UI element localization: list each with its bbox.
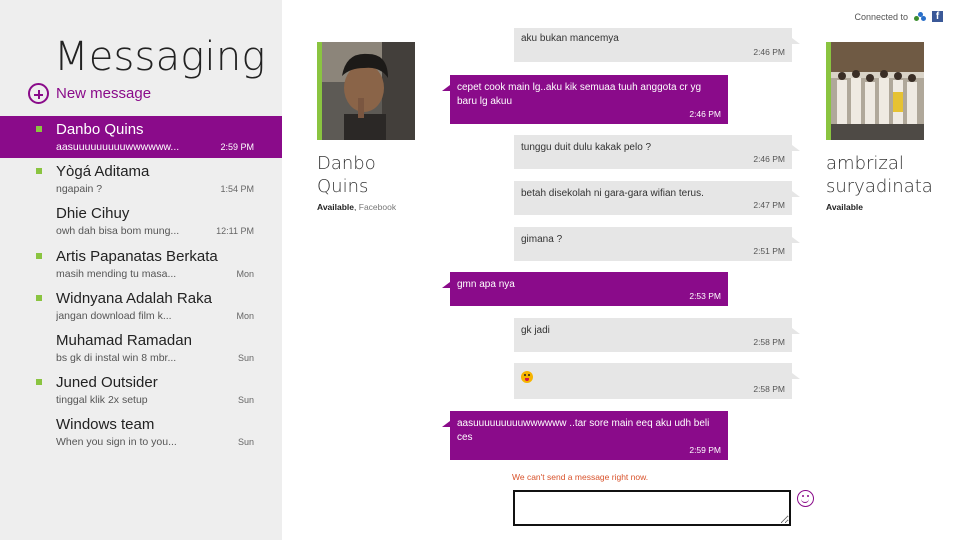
connection-status: Connected to f <box>854 11 943 22</box>
message-time: 2:58 PM <box>753 384 785 394</box>
conversation-time: Sun <box>237 352 254 363</box>
contact-photo[interactable] <box>317 42 415 140</box>
smiley-icon[interactable] <box>797 490 814 507</box>
contact-name: ambrizal suryadinata <box>826 153 933 197</box>
conversation-preview: tinggal klik 2x setup <box>56 394 148 407</box>
message-thread[interactable]: aku bukan mancemya 2:46 PM cepet cook ma… <box>440 0 810 470</box>
contact-name: Danbo Quins <box>317 153 376 197</box>
message-bubble-outgoing: gmn apa nya 2:53 PM <box>442 272 728 306</box>
message-text: cepet cook main lg..aku kik semuaa tuuh … <box>457 82 702 107</box>
message-time: 2:53 PM <box>689 291 721 301</box>
new-message-button[interactable]: New message <box>28 83 151 104</box>
conversation-item[interactable]: Dhie Cihuy owh dah bisa bom mung... 12:1… <box>0 200 282 242</box>
conversation-time: Mon <box>236 310 254 321</box>
conversation-time: 2:59 PM <box>220 142 254 152</box>
message-time: 2:51 PM <box>753 246 785 256</box>
message-bubble-incoming: aku bukan mancemya 2:46 PM <box>514 28 800 62</box>
messenger-icon[interactable] <box>914 11 926 22</box>
conversation-item[interactable]: Muhamad Ramadan bs gk di instal win 8 mb… <box>0 327 282 369</box>
message-bubble-outgoing: aasuuuuuuuuuwwwwww ..tar sore main eeq a… <box>442 411 728 460</box>
conversation-item[interactable]: Artis Papanatas Berkata masih mending tu… <box>0 243 282 285</box>
message-bubble-incoming: gimana ? 2:51 PM <box>514 227 800 261</box>
contact-photo-image <box>322 42 415 140</box>
message-text: aku bukan mancemya <box>521 33 619 44</box>
conversation-time: 12:11 PM <box>216 226 254 237</box>
conversation-preview: owh dah bisa bom mung... <box>56 225 180 238</box>
conversation-name: Juned Outsider <box>56 374 158 392</box>
contact-card-self: ambrizal suryadinata Available <box>826 42 933 212</box>
message-time: 2:46 PM <box>689 109 721 119</box>
contact-status: Available <box>826 202 864 212</box>
connected-label: Connected to <box>854 11 908 22</box>
message-text: aasuuuuuuuuuwwwwww ..tar sore main eeq a… <box>457 418 710 443</box>
message-bubble-incoming: tunggu duit dulu kakak pelo ? 2:46 PM <box>514 135 800 169</box>
conversation-name: Danbo Quins <box>56 121 144 138</box>
contact-card-sender: Danbo Quins Available, Facebook <box>317 42 422 212</box>
conversation-pane: Messaging New message Danbo Quins aasuuu… <box>0 0 282 540</box>
conversation-preview: jangan download film k... <box>56 309 172 322</box>
contact-photo[interactable] <box>826 42 924 140</box>
online-status-icon <box>36 294 42 301</box>
conversation-time: 1:54 PM <box>220 184 254 195</box>
online-status-icon <box>36 252 42 259</box>
message-bubble-incoming: betah disekolah ni gara-gara wifian teru… <box>514 181 800 215</box>
message-time: 2:46 PM <box>753 47 785 57</box>
tongue-face-emoji-icon <box>521 371 533 383</box>
message-bubble-incoming: gk jadi 2:58 PM <box>514 318 800 352</box>
conversation-item[interactable]: Widnyana Adalah Raka jangan download fil… <box>0 285 282 327</box>
conversation-list: Danbo Quins aasuuuuuuuuuwwwwww... 2:59 P… <box>0 116 282 454</box>
message-text: betah disekolah ni gara-gara wifian teru… <box>521 188 704 199</box>
conversation-preview: masih mending tu masa... <box>56 267 177 280</box>
conversation-preview: aasuuuuuuuuuwwwwww... <box>56 141 180 153</box>
conversation-name: Dhie Cihuy <box>56 205 130 223</box>
conversation-time: Sun <box>237 437 254 448</box>
message-input[interactable] <box>513 490 791 526</box>
conversation-name: Yògá Aditama <box>56 163 150 181</box>
conversation-item[interactable]: Juned Outsider tinggal klik 2x setup Sun <box>0 369 282 411</box>
conversation-preview: When you sign in to you... <box>56 436 177 449</box>
conversation-time: Mon <box>236 268 254 279</box>
message-time: 2:47 PM <box>753 200 785 210</box>
online-status-icon <box>36 168 42 175</box>
conversation-preview: bs gk di instal win 8 mbr... <box>56 351 177 364</box>
send-error-message: We can't send a message right now. <box>512 472 649 482</box>
message-text: gimana ? <box>521 234 563 245</box>
message-text: gk jadi <box>521 325 550 336</box>
contact-status: Available, Facebook <box>317 202 397 212</box>
new-message-label: New message <box>56 85 152 102</box>
conversation-name: Artis Papanatas Berkata <box>56 247 218 265</box>
message-time: 2:59 PM <box>689 445 721 455</box>
conversation-item[interactable]: Windows team When you sign in to you... … <box>0 411 282 453</box>
conversation-name: Widnyana Adalah Raka <box>56 289 212 307</box>
message-bubble-outgoing: cepet cook main lg..aku kik semuaa tuuh … <box>442 75 728 124</box>
app-title: Messaging <box>54 34 266 80</box>
conversation-name: Muhamad Ramadan <box>56 331 192 349</box>
facebook-icon[interactable]: f <box>932 11 943 22</box>
plus-circle-icon <box>28 83 49 104</box>
online-status-icon <box>36 379 42 386</box>
conversation-time: Sun <box>237 395 254 406</box>
conversation-preview: ngapain ? <box>56 183 103 196</box>
contact-photo-image <box>831 42 924 140</box>
message-time: 2:46 PM <box>753 154 785 164</box>
conversation-item[interactable]: Yògá Aditama ngapain ? 1:54 PM <box>0 158 282 200</box>
message-text: tunggu duit dulu kakak pelo ? <box>521 142 652 153</box>
message-text: gmn apa nya <box>457 279 515 290</box>
conversation-item[interactable]: Danbo Quins aasuuuuuuuuuwwwwww... 2:59 P… <box>0 116 282 159</box>
message-time: 2:58 PM <box>753 337 785 347</box>
message-bubble-incoming: 2:58 PM <box>514 363 800 399</box>
online-status-icon <box>36 126 42 132</box>
conversation-name: Windows team <box>56 416 155 434</box>
